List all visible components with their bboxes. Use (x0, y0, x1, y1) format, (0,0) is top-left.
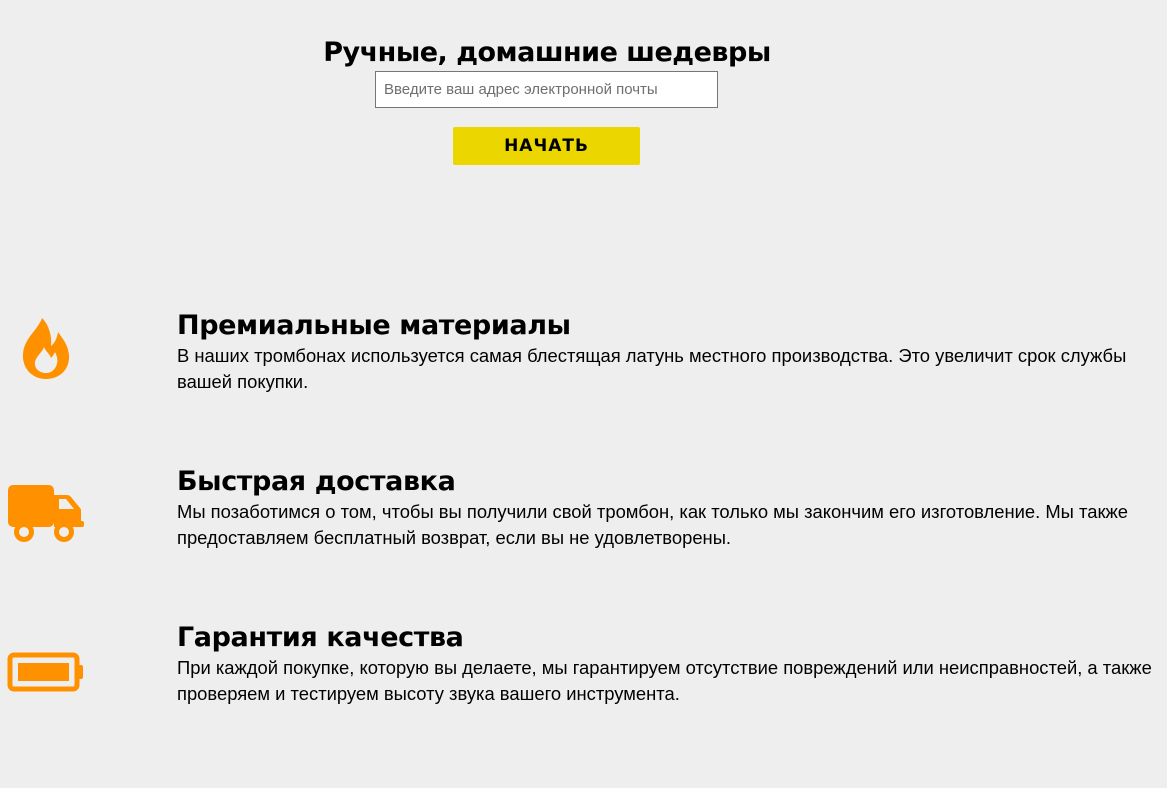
battery-full-icon (0, 622, 92, 702)
truck-icon (0, 466, 92, 546)
hero-title: Ручные, домашние шедевры (323, 37, 771, 68)
feature-description: В наших тромбонах используется самая бле… (177, 345, 1127, 392)
email-input[interactable] (375, 71, 718, 108)
feature-description: При каждой покупке, которую вы делаете, … (177, 657, 1152, 704)
feature-title: Быстрая доставка (177, 466, 456, 497)
feature-description: Мы позаботимся о том, чтобы вы получили … (177, 501, 1129, 548)
start-button[interactable]: НАЧАТЬ (453, 127, 640, 165)
feature-title: Премиальные материалы (177, 310, 571, 341)
fire-icon (0, 310, 92, 390)
feature-title: Гарантия качества (177, 622, 464, 653)
